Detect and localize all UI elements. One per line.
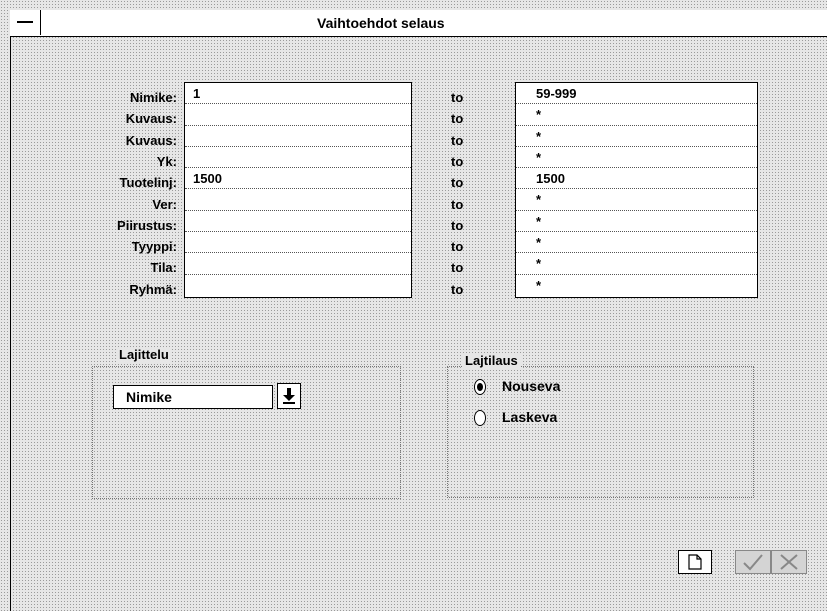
from-field[interactable]: [185, 126, 411, 147]
from-field[interactable]: [185, 189, 411, 211]
from-field[interactable]: [185, 147, 411, 169]
to-field[interactable]: *: [516, 189, 757, 211]
window-title: Vaihtoehdot selaus: [317, 15, 445, 31]
radio-label-nouseva: Nouseva: [502, 378, 561, 394]
sort-dropdown-button[interactable]: [277, 383, 301, 409]
from-field[interactable]: 1500: [185, 168, 411, 190]
to-label: to: [451, 90, 464, 105]
field-label: Piirustus:: [117, 217, 177, 233]
field-label: Nimike:: [130, 90, 177, 105]
ok-button[interactable]: [735, 550, 771, 574]
to-label: to: [451, 132, 464, 148]
to-field[interactable]: *: [516, 275, 757, 296]
document-icon: [688, 554, 702, 570]
radio-label-laskeva: Laskeva: [502, 409, 558, 425]
to-label: to: [451, 196, 464, 212]
to-label: to: [451, 153, 464, 169]
to-label: to: [451, 111, 464, 127]
system-menu-button[interactable]: [10, 10, 41, 35]
field-label: Kuvaus:: [125, 111, 177, 127]
field-label: Yk:: [156, 153, 177, 169]
down-arrow-icon: [283, 388, 295, 404]
radio-nouseva[interactable]: Nouseva: [474, 376, 594, 396]
to-field[interactable]: 1500: [516, 168, 757, 190]
from-field[interactable]: [185, 104, 411, 126]
field-label: Tuotelinj:: [119, 175, 177, 191]
to-label: to: [451, 175, 464, 191]
to-field[interactable]: *: [516, 104, 757, 126]
field-label: Ver:: [152, 196, 177, 212]
to-field[interactable]: *: [516, 147, 757, 169]
check-icon: [743, 554, 763, 571]
to-field[interactable]: *: [516, 126, 757, 147]
field-label: Tila:: [150, 260, 178, 276]
from-field[interactable]: [185, 275, 411, 296]
from-field[interactable]: 1: [185, 83, 411, 105]
system-menu-icon: [17, 21, 33, 23]
to-field[interactable]: *: [516, 253, 757, 275]
new-button[interactable]: [678, 550, 712, 574]
to-field[interactable]: *: [516, 232, 757, 254]
field-label: Ryhmä:: [129, 281, 177, 297]
radio-laskeva[interactable]: Laskeva: [474, 407, 594, 427]
to-field[interactable]: 59-999: [516, 83, 757, 105]
to-fields-box: 59-999 * * * 1500 * * * * *: [515, 82, 758, 298]
to-label: to: [451, 260, 464, 276]
from-fields-box: 1 1500: [184, 82, 412, 298]
sort-group-label: Lajittelu: [116, 347, 172, 362]
from-field[interactable]: [185, 232, 411, 254]
cross-icon: [780, 554, 798, 570]
to-label: to: [451, 239, 464, 255]
title-bar: Vaihtoehdot selaus: [10, 10, 827, 37]
radio-dot: [477, 383, 483, 391]
field-label: Kuvaus:: [125, 132, 177, 148]
from-field[interactable]: [185, 253, 411, 275]
order-group-label: Lajtilaus: [462, 353, 521, 368]
from-field[interactable]: [185, 211, 411, 233]
sort-dropdown[interactable]: Nimike: [113, 385, 273, 409]
to-label: to: [451, 217, 464, 233]
radio-circle: [474, 379, 486, 395]
to-label: to: [451, 281, 464, 297]
field-label: Tyyppi:: [131, 239, 177, 255]
radio-circle: [474, 410, 486, 426]
to-field[interactable]: *: [516, 211, 757, 233]
cancel-button[interactable]: [771, 550, 807, 574]
